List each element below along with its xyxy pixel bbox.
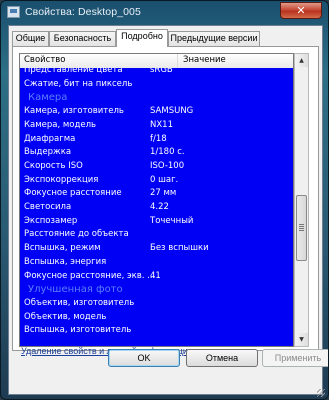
window-title: Свойства: Desktop_005 — [25, 6, 141, 18]
list-item[interactable]: Фокусное расстояние, экв. ... 41 — [20, 270, 293, 283]
apply-button[interactable]: Применить — [262, 349, 328, 367]
property-name: Улучшенная фото — [28, 284, 123, 296]
list-item[interactable]: Представление цвета sRGB — [20, 68, 293, 77]
property-name: Объектив, модель — [24, 311, 107, 322]
resize-grip-icon[interactable] — [317, 389, 325, 397]
cancel-button[interactable]: Отмена — [186, 349, 258, 367]
details-panel: Свойство Значение Представление цвета sRG… — [12, 46, 319, 351]
property-value: sRGB — [150, 68, 173, 75]
tab-strip: Общие Безопасность Подробно Предыдущие в… — [12, 29, 319, 47]
tab-previous-versions[interactable]: Предыдущие версии — [168, 31, 260, 46]
list-item[interactable]: Камера, изготовитель SAMSUNG — [20, 105, 293, 118]
list-rows: Представление цвета sRGB Сжатие, бит на пи… — [20, 68, 293, 346]
scroll-up-arrow-icon[interactable]: ▲ — [295, 54, 308, 67]
property-value: ISO-100 — [150, 160, 185, 171]
list-item[interactable]: Светосила 4.22 — [20, 201, 293, 214]
grip-icon — [299, 224, 304, 225]
property-name: Расстояние до объекта — [24, 229, 129, 240]
property-name: Объектив, изготовитель — [24, 297, 135, 308]
vertical-scrollbar[interactable]: ▲ ▼ — [294, 53, 309, 347]
list-item[interactable]: Фокусное расстояние 27 мм — [20, 187, 293, 200]
property-value: Точечный — [150, 215, 194, 226]
list-header: Свойство Значение — [20, 54, 293, 69]
tab-details[interactable]: Подробно — [116, 29, 168, 47]
property-name: Вспышка, изготовитель — [24, 325, 132, 336]
property-value: Без вспышки — [150, 243, 209, 254]
list-item[interactable]: Экспокоррекция 0 шаг. — [20, 174, 293, 187]
list-item[interactable]: Объектив, изготовитель — [20, 297, 293, 310]
list-item[interactable]: Вспышка, изготовитель — [20, 324, 293, 337]
list-item[interactable]: Расстояние до объекта — [20, 228, 293, 241]
property-name: Сжатие, бит на пиксель — [24, 78, 133, 89]
scroll-thumb[interactable] — [296, 195, 307, 261]
property-name: Вспышка, энергия — [24, 256, 107, 267]
list-item[interactable]: Вспышка, режим Без вспышки — [20, 242, 293, 255]
group-header: Улучшенная фото — [20, 283, 293, 296]
list-item[interactable]: Сжатие, бит на пиксель — [20, 78, 293, 91]
group-header: Камера — [20, 91, 293, 104]
property-value: 41 — [150, 270, 161, 281]
list-item[interactable]: Выдержка 1/180 с. — [20, 146, 293, 159]
property-value: SAMSUNG — [150, 106, 194, 117]
tab-security[interactable]: Безопасность — [49, 31, 116, 46]
scroll-down-arrow-icon[interactable]: ▼ — [295, 333, 308, 346]
ok-button[interactable]: OK — [108, 349, 180, 367]
property-value: 4.22 — [150, 202, 169, 212]
property-value: 27 мм — [150, 188, 177, 199]
list-item[interactable]: Вспышка, энергия — [20, 256, 293, 269]
window-icon — [7, 6, 20, 18]
property-value: 1/180 с. — [150, 147, 185, 158]
property-value: 0 шаг. — [150, 174, 179, 185]
properties-list[interactable]: Свойство Значение Представление цвета sRG… — [19, 53, 294, 347]
property-value: f/18 — [150, 133, 167, 144]
property-value: NX11 — [150, 119, 173, 130]
list-item[interactable]: Объектив, модель — [20, 311, 293, 324]
list-item[interactable]: Диафрагма f/18 — [20, 133, 293, 146]
dialog-body: Общие Безопасность Подробно Предыдущие в… — [8, 25, 323, 395]
properties-window: Свойства: Desktop_005 ✕ Общие Безопаснос… — [0, 0, 329, 400]
list-item[interactable]: Экспозамер Точечный — [20, 215, 293, 228]
list-item[interactable]: Камера, модель NX11 — [20, 119, 293, 132]
property-name: Камера — [28, 92, 68, 104]
list-item[interactable]: Скорость ISO ISO-100 — [20, 160, 293, 173]
column-header-property[interactable]: Свойство — [20, 54, 178, 68]
title-bar[interactable]: Свойства: Desktop_005 ✕ — [1, 1, 328, 25]
column-header-value[interactable]: Значение — [179, 54, 293, 68]
close-button[interactable]: ✕ — [280, 2, 322, 19]
tab-general[interactable]: Общие — [12, 31, 49, 46]
